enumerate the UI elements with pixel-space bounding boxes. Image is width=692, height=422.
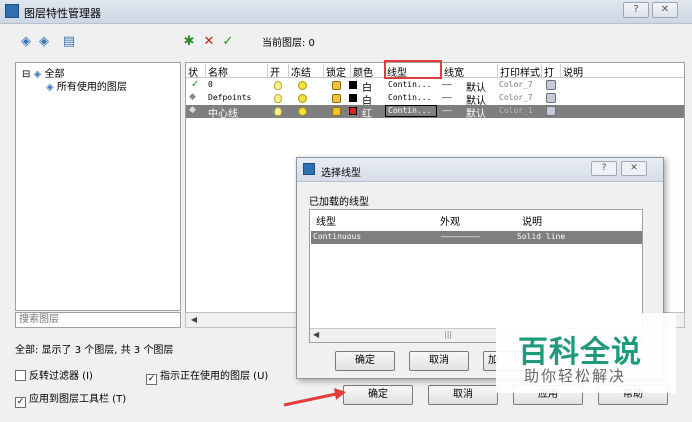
title-bar: 图层特性管理器 ? ✕ [0, 0, 692, 24]
tree-node-used-layers[interactable]: ◈ 所有使用的图层 [46, 78, 127, 93]
lineweight-line-icon: —— [442, 93, 452, 102]
layer-name[interactable]: 0 [208, 80, 213, 89]
layer-states-icon[interactable]: ▤ [60, 34, 78, 50]
col-appearance[interactable]: 外观 [440, 213, 460, 228]
red-arrow-annotation [283, 388, 346, 407]
bulb-icon[interactable] [274, 94, 282, 103]
bulb-icon[interactable] [274, 81, 282, 90]
color-swatch[interactable] [349, 94, 357, 102]
dialog-cancel-button[interactable]: 取消 [409, 351, 469, 371]
col-lock[interactable]: 锁定 [324, 64, 351, 79]
layer-name[interactable]: 中心线 [208, 105, 238, 120]
help-button[interactable]: ? [623, 2, 649, 18]
apply-to-toolbar-checkbox[interactable]: ✓ 应用到图层工具栏 (T) [15, 390, 126, 408]
plot-style-value: Color_1 [499, 106, 533, 115]
lock-icon[interactable] [332, 107, 341, 116]
linetype-value[interactable]: Contin... [388, 106, 431, 115]
linetype-value[interactable]: Contin... [388, 93, 431, 102]
lineweight-line-icon: —— [442, 106, 452, 115]
col-linetype[interactable]: 线型 [316, 213, 336, 228]
lock-icon[interactable] [332, 81, 341, 90]
set-current-icon[interactable]: ✓ [219, 34, 237, 50]
col-on[interactable]: 开 [268, 64, 289, 79]
app-icon [303, 163, 315, 175]
sun-icon[interactable] [298, 94, 307, 103]
color-swatch[interactable] [349, 107, 357, 115]
color-name[interactable]: 红 [362, 105, 372, 120]
layer-name[interactable]: Defpoints [208, 93, 251, 102]
sun-icon[interactable] [298, 107, 307, 116]
col-name[interactable]: 名称 [206, 64, 268, 79]
color-swatch[interactable] [349, 81, 357, 89]
invert-filter-checkbox[interactable]: 反转过滤器 (I) [15, 367, 93, 382]
checkbox-box[interactable] [15, 370, 26, 381]
col-plot-style[interactable]: 打印样式 [498, 64, 542, 79]
col-status[interactable]: 状 [186, 64, 206, 79]
printer-icon[interactable] [546, 80, 556, 90]
layers-icon: ◈ [33, 69, 42, 80]
app-icon [5, 4, 19, 18]
layer-row[interactable]: ◆ Defpoints 白 Contin... —— 默认 Color_7 [186, 92, 684, 107]
linetype-column-highlight [384, 60, 442, 79]
col-description[interactable]: 说明 [522, 213, 542, 228]
cancel-button[interactable]: 取消 [428, 385, 498, 405]
printer-icon[interactable] [546, 106, 556, 116]
printer-icon[interactable] [546, 93, 556, 103]
scroll-left-icon[interactable]: ◀ [313, 330, 319, 339]
current-layer-label: 当前图层: 0 [262, 38, 315, 49]
layer-icon: ◆ [189, 92, 196, 102]
lock-icon[interactable] [332, 94, 341, 103]
col-lineweight[interactable]: 线宽 [442, 64, 498, 79]
col-color[interactable]: 颜色 [351, 64, 385, 79]
col-description[interactable]: 说明 [561, 64, 621, 79]
checkbox-box[interactable]: ✓ [146, 374, 157, 385]
watermark-tagline: 助你轻松解决 [524, 367, 627, 385]
dialog-title: 选择线型 [321, 168, 361, 179]
collapse-icon[interactable]: ⊟ [22, 69, 30, 80]
bulb-icon[interactable] [274, 107, 282, 116]
linetype-appearance: ———————— [441, 232, 480, 241]
linetype-name: Continuous [313, 232, 362, 241]
linetype-description: Solid line [517, 232, 566, 241]
new-property-filter-icon[interactable]: ◈ [17, 34, 35, 50]
plot-style-value: Color_7 [499, 80, 533, 89]
window-title: 图层特性管理器 [24, 7, 101, 20]
scroll-grip-icon[interactable]: ||| [444, 330, 452, 339]
layer-icon: ◆ [189, 105, 196, 115]
linetype-value[interactable]: Contin... [388, 80, 431, 89]
lineweight-line-icon: —— [442, 80, 452, 89]
dialog-close-button[interactable]: ✕ [621, 161, 647, 176]
search-input[interactable]: 搜索图层 [15, 312, 181, 328]
delete-layer-icon[interactable]: ✕ [200, 34, 218, 50]
indicate-in-use-checkbox[interactable]: ✓ 指示正在使用的图层 (U) [146, 367, 268, 385]
filter-tree[interactable]: ⊟ ◈ 全部 ◈ 所有使用的图层 [15, 62, 181, 311]
close-button[interactable]: ✕ [652, 2, 678, 18]
col-freeze[interactable]: 冻结 [289, 64, 324, 79]
dialog-title-bar: 选择线型 ? ✕ [297, 158, 663, 182]
dialog-ok-button[interactable]: 确定 [335, 351, 395, 371]
ok-button[interactable]: 确定 [343, 385, 413, 405]
checkbox-box[interactable]: ✓ [15, 397, 26, 408]
plot-style-value: Color_7 [499, 93, 533, 102]
linetype-row-selected[interactable]: Continuous ———————— Solid line [311, 231, 642, 244]
layer-row-selected[interactable]: ◆ 中心线 红 Contin... —— 默认 Color_1 [186, 105, 684, 120]
layer-row[interactable]: ✓ 0 白 Contin... —— 默认 Color_7 [186, 79, 684, 94]
status-text: 全部: 显示了 3 个图层, 共 3 个图层 [15, 345, 174, 356]
dialog-help-button[interactable]: ? [591, 161, 617, 176]
loaded-linetypes-label: 已加载的线型 [309, 197, 369, 208]
current-check-icon: ✓ [191, 79, 200, 90]
new-group-filter-icon[interactable]: ◈ [35, 34, 53, 50]
scroll-left-icon[interactable]: ◀ [187, 314, 201, 326]
sun-icon[interactable] [298, 81, 307, 90]
lineweight-value[interactable]: 默认 [466, 105, 486, 120]
layers-icon: ◈ [46, 82, 54, 93]
new-layer-icon[interactable]: ✱ [180, 34, 198, 50]
col-plot[interactable]: 打 [542, 64, 561, 79]
watermark: 百科全说 助你轻松解决 [496, 313, 676, 393]
